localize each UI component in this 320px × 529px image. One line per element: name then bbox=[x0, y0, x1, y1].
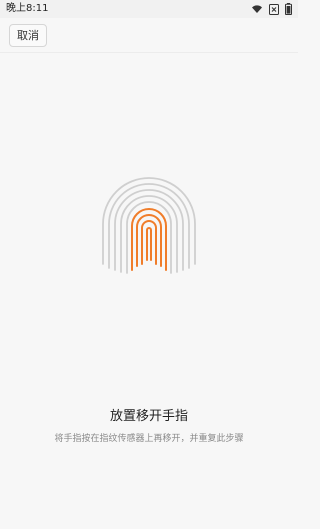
status-bar: 晚上8:11 bbox=[0, 0, 298, 18]
cancel-button[interactable]: 取消 bbox=[9, 24, 47, 47]
battery-icon bbox=[285, 3, 292, 15]
sim-off-icon bbox=[269, 3, 279, 15]
fingerprint-icon bbox=[99, 174, 199, 274]
status-time: 晚上8:11 bbox=[6, 3, 49, 14]
wifi-icon bbox=[251, 4, 263, 14]
header-divider bbox=[0, 52, 298, 53]
status-icons bbox=[251, 2, 292, 16]
instruction-text: 将手指按在指纹传感器上再移开，并重复此步骤 bbox=[54, 434, 244, 444]
page-title: 放置移开手指 bbox=[109, 409, 188, 424]
